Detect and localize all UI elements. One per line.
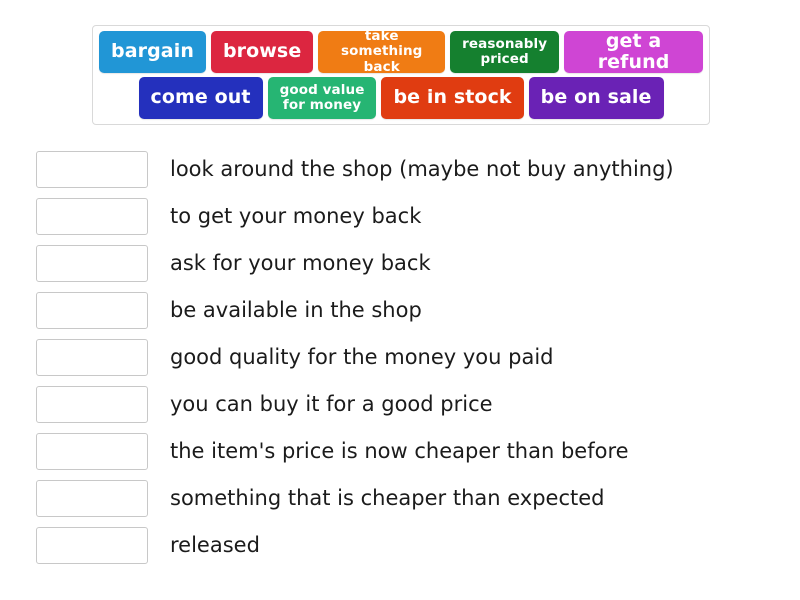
word-tile[interactable]: get a refund bbox=[564, 30, 703, 73]
answer-row: you can buy it for a good price bbox=[36, 381, 796, 428]
definition-text: released bbox=[170, 532, 260, 557]
answer-list: look around the shop (maybe not buy anyt… bbox=[36, 146, 796, 569]
answer-row: released bbox=[36, 522, 796, 569]
tile-row: bargain browse take something back reasonab… bbox=[99, 29, 703, 74]
word-tile-bank: bargain browse take something back reasonab… bbox=[92, 25, 710, 125]
answer-drop-box[interactable] bbox=[36, 245, 148, 282]
word-tile[interactable]: be in stock bbox=[381, 77, 524, 119]
answer-row: be available in the shop bbox=[36, 287, 796, 334]
word-tile[interactable]: reasonably priced bbox=[450, 31, 560, 73]
answer-drop-box[interactable] bbox=[36, 339, 148, 376]
answer-drop-box[interactable] bbox=[36, 480, 148, 517]
answer-drop-box[interactable] bbox=[36, 292, 148, 329]
word-tile[interactable]: take something back bbox=[318, 29, 446, 74]
word-tile[interactable]: come out bbox=[138, 77, 263, 119]
word-tile[interactable]: be on sale bbox=[528, 77, 664, 119]
word-tile[interactable]: bargain bbox=[99, 31, 206, 73]
answer-drop-box[interactable] bbox=[36, 433, 148, 470]
word-tile[interactable]: browse bbox=[210, 31, 314, 73]
answer-row: the item's price is now cheaper than bef… bbox=[36, 428, 796, 475]
definition-text: ask for your money back bbox=[170, 250, 431, 275]
answer-drop-box[interactable] bbox=[36, 386, 148, 423]
definition-text: you can buy it for a good price bbox=[170, 391, 493, 416]
definition-text: something that is cheaper than expected bbox=[170, 485, 605, 510]
definition-text: to get your money back bbox=[170, 203, 422, 228]
definition-text: good quality for the money you paid bbox=[170, 344, 554, 369]
answer-drop-box[interactable] bbox=[36, 527, 148, 564]
definition-text: be available in the shop bbox=[170, 297, 422, 322]
answer-row: to get your money back bbox=[36, 193, 796, 240]
definition-text: look around the shop (maybe not buy anyt… bbox=[170, 156, 674, 181]
answer-row: look around the shop (maybe not buy anyt… bbox=[36, 146, 796, 193]
word-tile[interactable]: good value for money bbox=[267, 77, 377, 119]
tile-row: come out good value for money be in stock b… bbox=[99, 77, 703, 119]
answer-row: ask for your money back bbox=[36, 240, 796, 287]
answer-drop-box[interactable] bbox=[36, 151, 148, 188]
answer-drop-box[interactable] bbox=[36, 198, 148, 235]
answer-row: good quality for the money you paid bbox=[36, 334, 796, 381]
definition-text: the item's price is now cheaper than bef… bbox=[170, 438, 629, 463]
answer-row: something that is cheaper than expected bbox=[36, 475, 796, 522]
